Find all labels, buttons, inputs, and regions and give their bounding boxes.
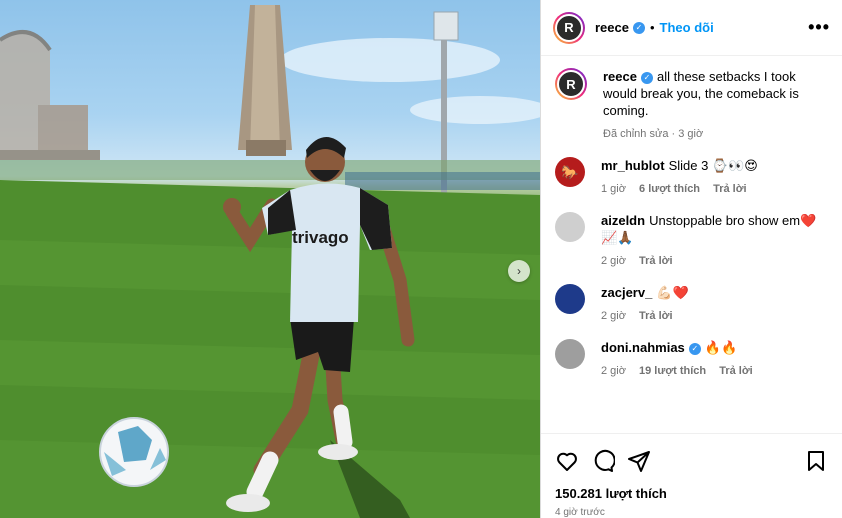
author-username[interactable]: reece bbox=[595, 20, 629, 35]
comment-time: 2 giờ bbox=[601, 255, 626, 267]
reply-button[interactable]: Trả lời bbox=[713, 183, 747, 195]
post-actions: 150.281 lượt thích 4 giờ trước bbox=[541, 433, 842, 518]
chevron-right-icon: › bbox=[517, 264, 521, 278]
photo-illustration: trivago bbox=[0, 5, 540, 518]
post-header: R reece ✓ • Theo dõi ••• bbox=[541, 0, 842, 56]
heart-icon[interactable] bbox=[555, 449, 579, 473]
post-timestamp: 4 giờ trước bbox=[555, 507, 605, 518]
like-count[interactable]: 150.281 lượt thích bbox=[555, 486, 828, 501]
author-avatar[interactable]: R bbox=[553, 11, 585, 44]
football bbox=[99, 417, 169, 487]
stadium-structure bbox=[0, 30, 100, 160]
comment-username[interactable]: mr_hublot bbox=[601, 158, 665, 173]
comment-time: 2 giờ bbox=[601, 310, 626, 322]
comment-text: 💪🏻❤️ bbox=[656, 285, 689, 300]
commenter-avatar[interactable] bbox=[555, 339, 585, 369]
comment-time: 2 giờ bbox=[601, 365, 626, 377]
comment-item: zacjerv_ 💪🏻❤️ 2 giờ Trả lời bbox=[555, 284, 828, 325]
comment-item: doni.nahmias ✓ 🔥🔥 2 giờ 19 lượt thích Trả … bbox=[555, 339, 828, 380]
commenter-avatar[interactable] bbox=[555, 212, 585, 242]
comment-username[interactable]: aizeldn bbox=[601, 213, 645, 228]
caption-row: R reece ✓ all these setbacks I took would … bbox=[555, 68, 828, 143]
comment-username[interactable]: zacjerv_ bbox=[601, 285, 652, 300]
comment-icon[interactable] bbox=[591, 449, 615, 473]
tower bbox=[238, 5, 292, 156]
commenter-avatar[interactable]: 🐎 bbox=[555, 157, 585, 187]
next-slide-button[interactable]: › bbox=[508, 260, 530, 282]
comment-item: aizeldn Unstoppable bro show em❤️📈🙏🏾 2 gi… bbox=[555, 212, 828, 270]
more-options-icon[interactable]: ••• bbox=[808, 17, 830, 38]
post-photo[interactable]: trivago › bbox=[0, 0, 540, 518]
comment-text: 🔥🔥 bbox=[704, 340, 738, 355]
share-icon[interactable] bbox=[627, 449, 651, 473]
reply-button[interactable]: Trả lời bbox=[719, 365, 753, 377]
verified-badge-icon: ✓ bbox=[640, 71, 653, 84]
verified-badge-icon: ✓ bbox=[632, 21, 645, 34]
bookmark-icon[interactable] bbox=[804, 449, 828, 473]
comment-likes[interactable]: 6 lượt thích bbox=[639, 183, 700, 195]
shirt-sponsor-text: trivago bbox=[292, 228, 349, 247]
caption-avatar[interactable]: R bbox=[555, 68, 587, 100]
follow-button[interactable]: Theo dõi bbox=[660, 20, 714, 35]
reply-button[interactable]: Trả lời bbox=[639, 310, 673, 322]
comment-time: 1 giờ bbox=[601, 183, 626, 195]
comment-username[interactable]: doni.nahmias bbox=[601, 340, 685, 355]
action-icons bbox=[555, 442, 828, 480]
separator-dot: • bbox=[649, 20, 655, 35]
comment-text: Slide 3 ⌚👀😍 bbox=[668, 158, 758, 173]
reply-button[interactable]: Trả lời bbox=[639, 255, 673, 267]
comment-likes[interactable]: 19 lượt thích bbox=[639, 365, 706, 377]
comment-list: R reece ✓ all these setbacks I took would … bbox=[541, 56, 842, 433]
commenter-avatar[interactable] bbox=[555, 284, 585, 314]
caption-username[interactable]: reece bbox=[603, 69, 637, 84]
post-side-panel: R reece ✓ • Theo dõi ••• R reece ✓ all the… bbox=[540, 0, 842, 518]
comment-item: 🐎 mr_hublot Slide 3 ⌚👀😍 1 giờ 6 lượt thíc… bbox=[555, 157, 828, 198]
post-dialog: trivago › R reece ✓ • Theo dõi ••• R ree… bbox=[0, 0, 842, 518]
verified-badge-icon: ✓ bbox=[688, 342, 701, 355]
caption-meta: Đã chỉnh sửa · 3 giờ bbox=[603, 128, 704, 140]
